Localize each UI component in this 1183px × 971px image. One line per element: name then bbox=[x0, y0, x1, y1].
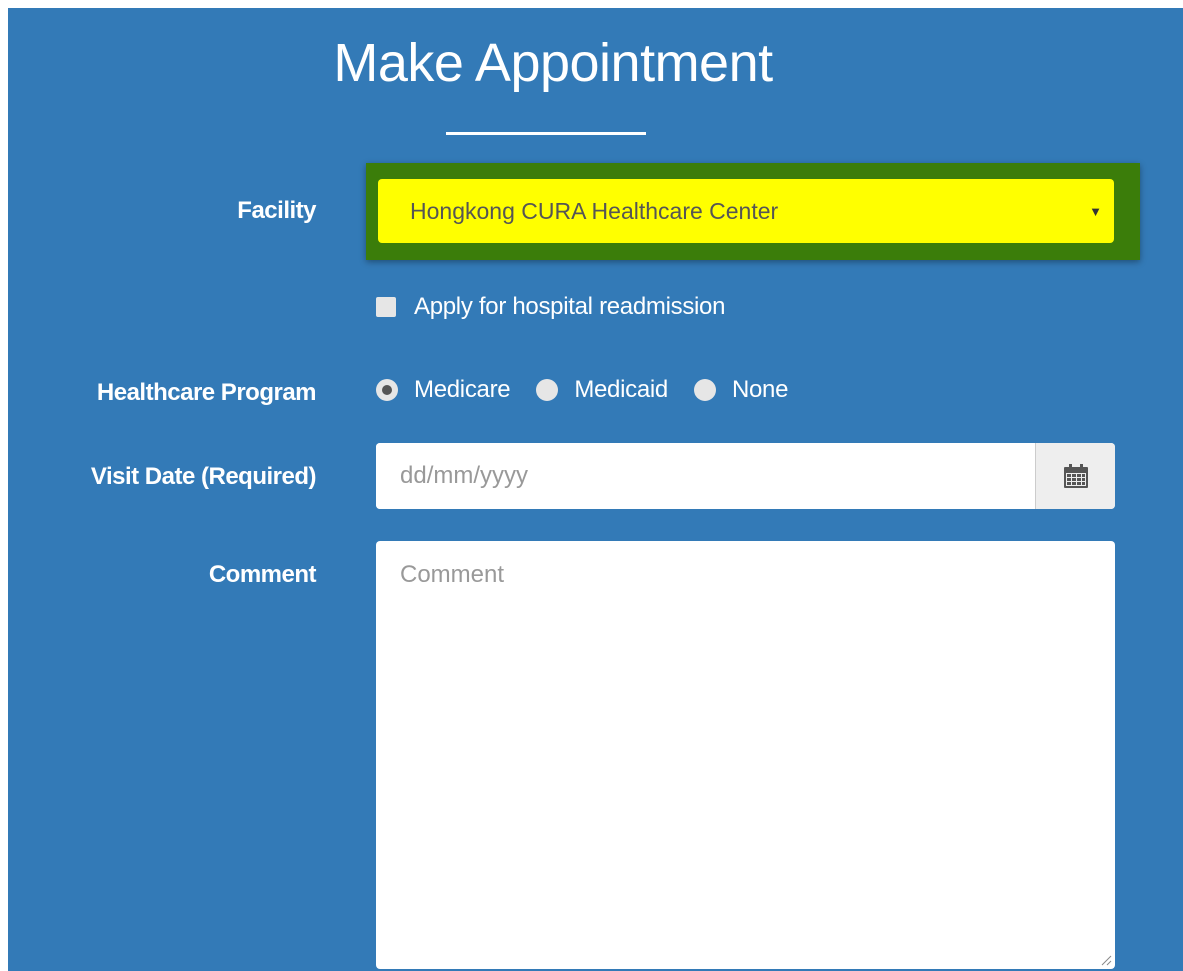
radio-none[interactable] bbox=[693, 379, 716, 401]
page-title: Make Appointment bbox=[333, 33, 773, 93]
visit-date-group bbox=[376, 443, 1115, 509]
facility-highlight-outline: Hongkong CURA Healthcare Center ▼ bbox=[366, 163, 1140, 260]
visit-date-label: Visit Date (Required) bbox=[90, 463, 317, 490]
healthcare-program-radio-group: Medicare Medicaid None bbox=[376, 376, 814, 404]
radio-option-none[interactable]: None bbox=[693, 376, 788, 404]
visit-date-input[interactable] bbox=[376, 443, 1036, 509]
title-divider bbox=[446, 132, 646, 135]
comment-label: Comment bbox=[208, 561, 317, 588]
readmission-label[interactable]: Apply for hospital readmission bbox=[414, 293, 725, 321]
readmission-row: Apply for hospital readmission bbox=[376, 293, 725, 321]
appointment-panel: Make Appointment Facility Hongkong CURA … bbox=[8, 8, 1183, 971]
radio-none-label[interactable]: None bbox=[732, 376, 788, 404]
readmission-checkbox[interactable] bbox=[376, 297, 396, 317]
calendar-icon bbox=[1063, 464, 1088, 488]
radio-medicaid[interactable] bbox=[536, 379, 559, 401]
healthcare-program-label: Healthcare Program bbox=[96, 379, 317, 406]
radio-medicare[interactable] bbox=[376, 379, 398, 401]
comment-textarea[interactable] bbox=[376, 541, 1115, 969]
facility-label: Facility bbox=[237, 197, 316, 224]
chevron-down-icon: ▼ bbox=[1089, 203, 1102, 219]
radio-option-medicaid[interactable]: Medicaid bbox=[536, 376, 668, 404]
facility-selected-value: Hongkong CURA Healthcare Center bbox=[410, 197, 779, 224]
radio-option-medicare[interactable]: Medicare bbox=[376, 376, 511, 404]
radio-medicare-label[interactable]: Medicare bbox=[414, 376, 511, 404]
resize-handle-icon[interactable] bbox=[1100, 954, 1112, 966]
calendar-button[interactable] bbox=[1035, 443, 1115, 509]
facility-select[interactable]: Hongkong CURA Healthcare Center ▼ bbox=[378, 179, 1114, 243]
comment-box bbox=[376, 541, 1115, 969]
radio-medicaid-label[interactable]: Medicaid bbox=[574, 376, 668, 404]
